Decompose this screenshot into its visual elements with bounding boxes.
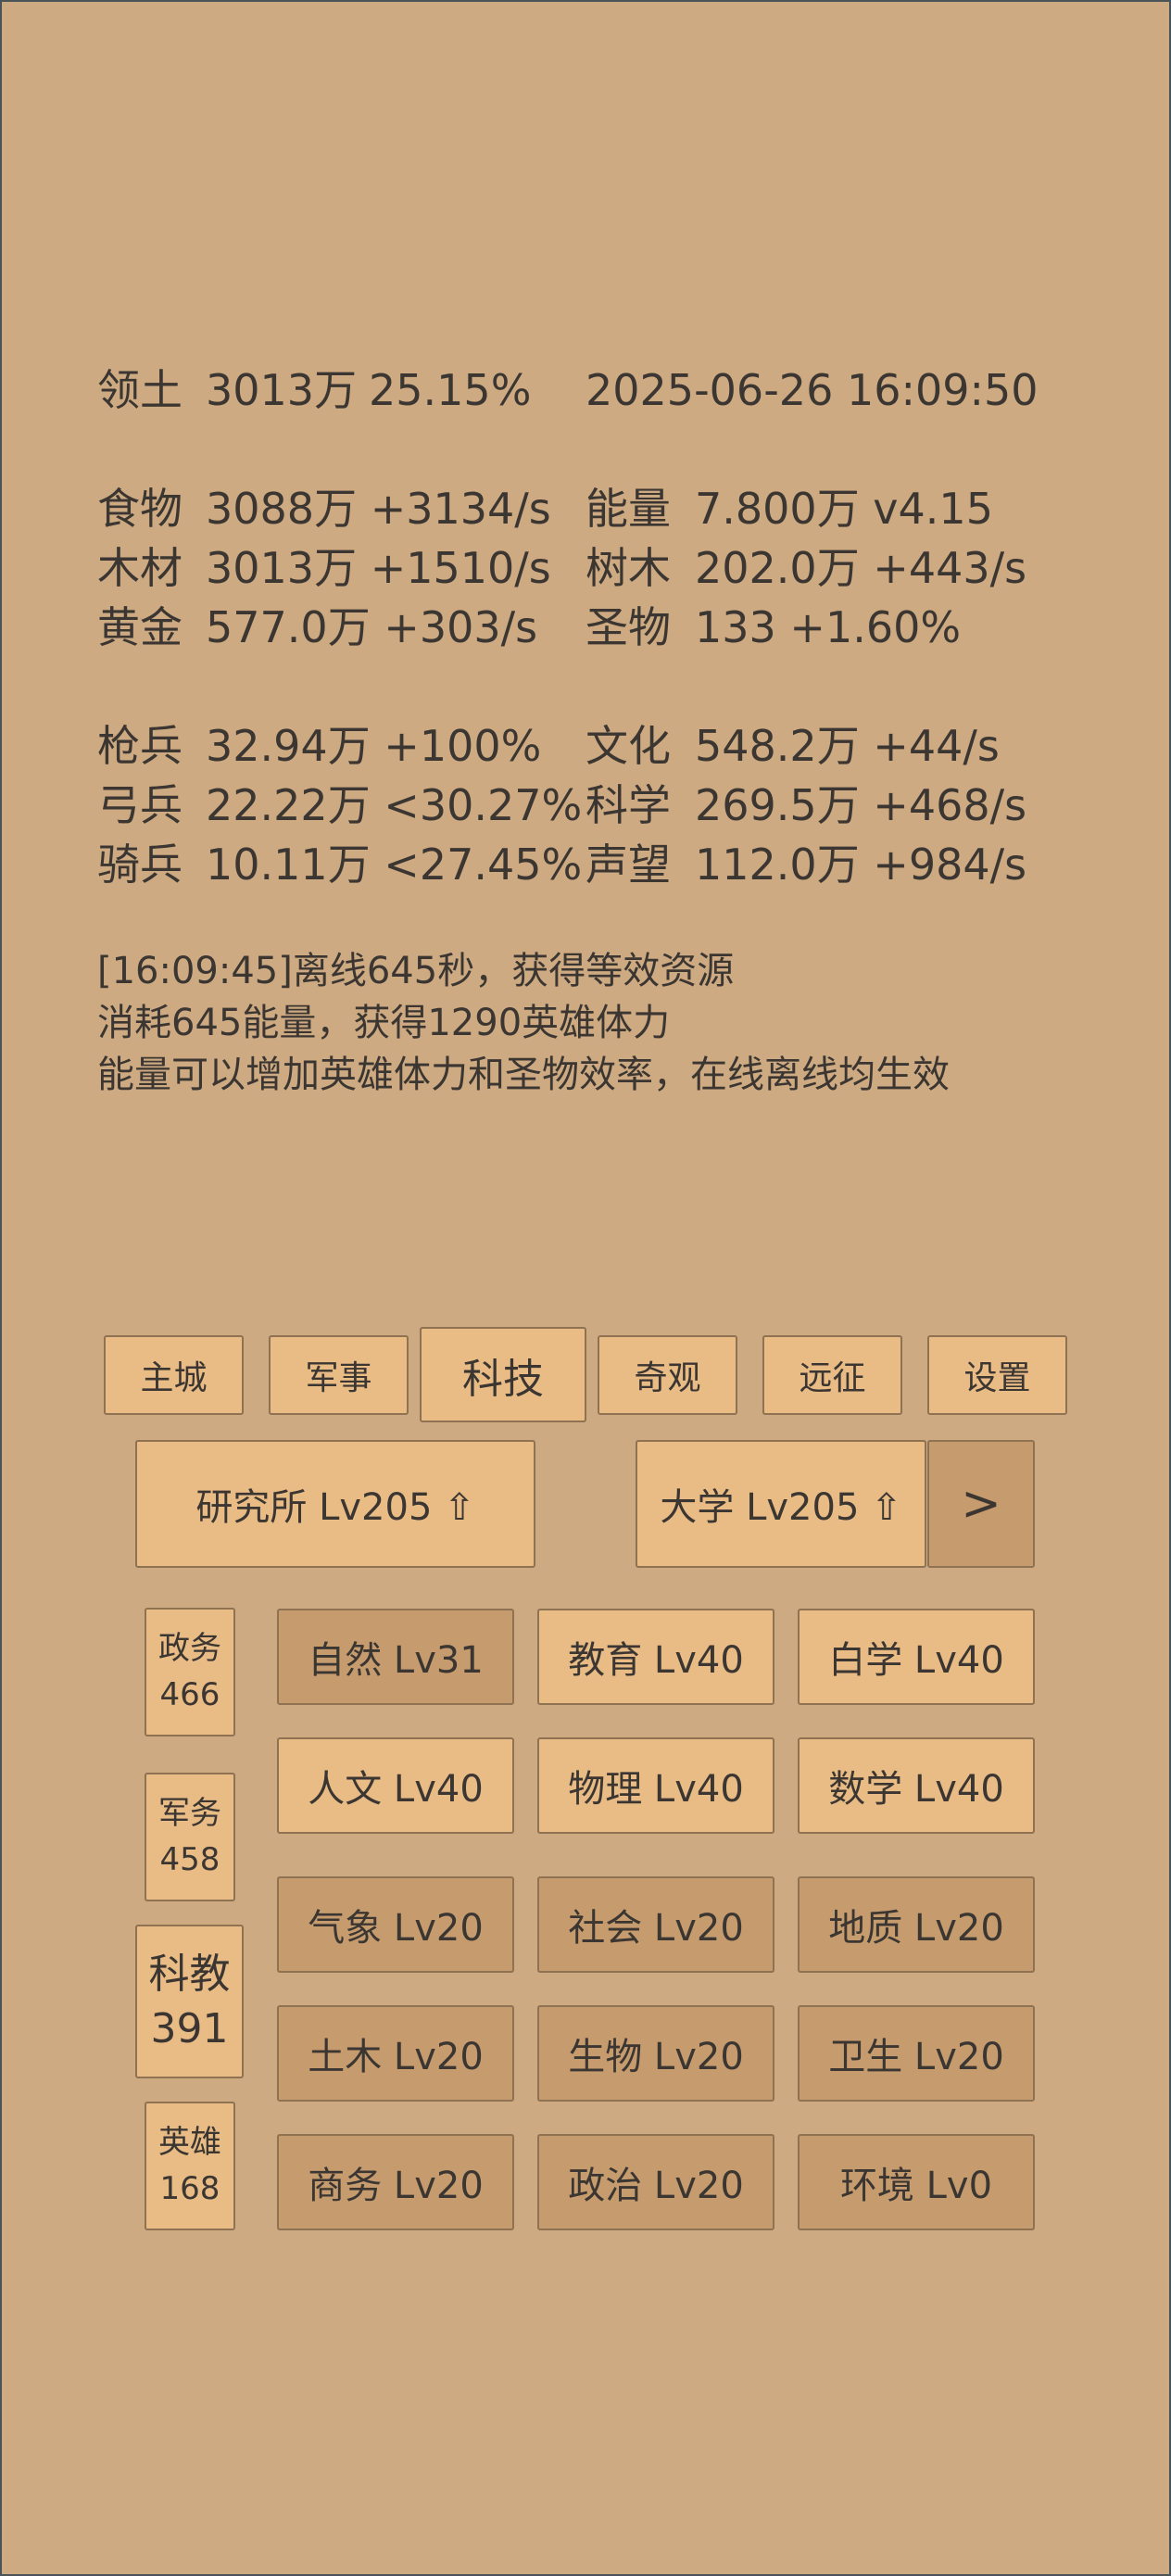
tab-technology[interactable]: 科技 (420, 1327, 586, 1422)
resource-value-wood: 3013万 +1510/s (206, 543, 551, 593)
military-label-spearman: 枪兵 (97, 721, 183, 771)
side-item-military-affairs[interactable]: 军务 458 (145, 1773, 235, 1901)
stat-value-prestige: 112.0万 +984/s (695, 840, 1027, 890)
side-item-count: 458 (159, 1840, 220, 1878)
tab-settings[interactable]: 设置 (927, 1335, 1067, 1415)
tech-meteorology[interactable]: 气象 Lv20 (277, 1876, 514, 1973)
tech-sociology[interactable]: 社会 Lv20 (537, 1876, 774, 1973)
stat-label-science: 科学 (586, 780, 671, 830)
log-line: [16:09:45]离线645秒，获得等效资源 (97, 950, 735, 992)
tech-biology[interactable]: 生物 Lv20 (537, 2005, 774, 2102)
institute-upgrade-button[interactable]: 研究所 Lv205 ⇧ (135, 1440, 535, 1568)
resource-label-wood: 木材 (97, 543, 183, 593)
tab-wonders[interactable]: 奇观 (598, 1335, 737, 1415)
tab-expedition[interactable]: 远征 (762, 1335, 902, 1415)
next-button[interactable]: > (927, 1440, 1035, 1568)
tech-politics[interactable]: 政治 Lv20 (537, 2134, 774, 2230)
game-datetime: 2025-06-26 16:09:50 (586, 365, 1039, 415)
side-item-label: 科教 (148, 1950, 231, 1998)
military-value-archer: 22.22万 <30.27% (206, 780, 583, 830)
tech-civil-engineering[interactable]: 土木 Lv20 (277, 2005, 514, 2102)
resource-label-energy: 能量 (586, 484, 671, 534)
log-line: 消耗645能量，获得1290英雄体力 (97, 1002, 671, 1044)
side-item-count: 391 (150, 2005, 229, 2052)
tab-main-city[interactable]: 主城 (104, 1335, 244, 1415)
resource-value-gold: 577.0万 +303/s (206, 602, 538, 652)
tech-self-study[interactable]: 白学 Lv40 (798, 1609, 1035, 1705)
tech-hygiene[interactable]: 卫生 Lv20 (798, 2005, 1035, 2102)
side-item-label: 军务 (158, 1795, 221, 1833)
resource-value-food: 3088万 +3134/s (206, 484, 551, 534)
stat-label-prestige: 声望 (586, 840, 671, 890)
territory-ratio: 25.15% (369, 365, 532, 415)
side-item-label: 英雄 (158, 2124, 221, 2162)
military-value-cavalry: 10.11万 <27.45% (206, 840, 583, 890)
resource-value-trees: 202.0万 +443/s (695, 543, 1027, 593)
resource-label-food: 食物 (97, 484, 183, 534)
side-item-count: 466 (159, 1675, 220, 1713)
stat-value-culture: 548.2万 +44/s (695, 721, 1000, 771)
tech-geology[interactable]: 地质 Lv20 (798, 1876, 1035, 1973)
log-line: 能量可以增加英雄体力和圣物效率，在线离线均生效 (97, 1054, 950, 1096)
side-item-count: 168 (159, 2169, 220, 2207)
resource-label-trees: 树木 (586, 543, 671, 593)
tech-education[interactable]: 教育 Lv40 (537, 1609, 774, 1705)
side-item-label: 政务 (158, 1630, 221, 1668)
tech-commerce[interactable]: 商务 Lv20 (277, 2134, 514, 2230)
resource-value-relic: 133 +1.60% (695, 602, 962, 652)
military-label-archer: 弓兵 (97, 780, 183, 830)
resource-value-energy: 7.800万 v4.15 (695, 484, 993, 534)
resource-label-gold: 黄金 (97, 602, 183, 652)
military-value-spearman: 32.94万 +100% (206, 721, 542, 771)
tech-humanities[interactable]: 人文 Lv40 (277, 1737, 514, 1834)
resource-label-relic: 圣物 (586, 602, 671, 652)
stat-label-culture: 文化 (586, 721, 671, 771)
tech-physics[interactable]: 物理 Lv40 (537, 1737, 774, 1834)
military-label-cavalry: 骑兵 (97, 840, 183, 890)
side-item-heroes[interactable]: 英雄 168 (145, 2102, 235, 2230)
side-item-government[interactable]: 政务 466 (145, 1608, 235, 1736)
stat-value-science: 269.5万 +468/s (695, 780, 1027, 830)
territory-value: 3013万 (206, 365, 358, 415)
tech-nature[interactable]: 自然 Lv31 (277, 1609, 514, 1705)
side-item-science-education[interactable]: 科教 391 (135, 1925, 244, 2078)
tech-mathematics[interactable]: 数学 Lv40 (798, 1737, 1035, 1834)
university-upgrade-button[interactable]: 大学 Lv205 ⇧ (636, 1440, 926, 1568)
tab-military[interactable]: 军事 (269, 1335, 409, 1415)
tech-environment[interactable]: 环境 Lv0 (798, 2134, 1035, 2230)
territory-label: 领土 (97, 365, 183, 415)
